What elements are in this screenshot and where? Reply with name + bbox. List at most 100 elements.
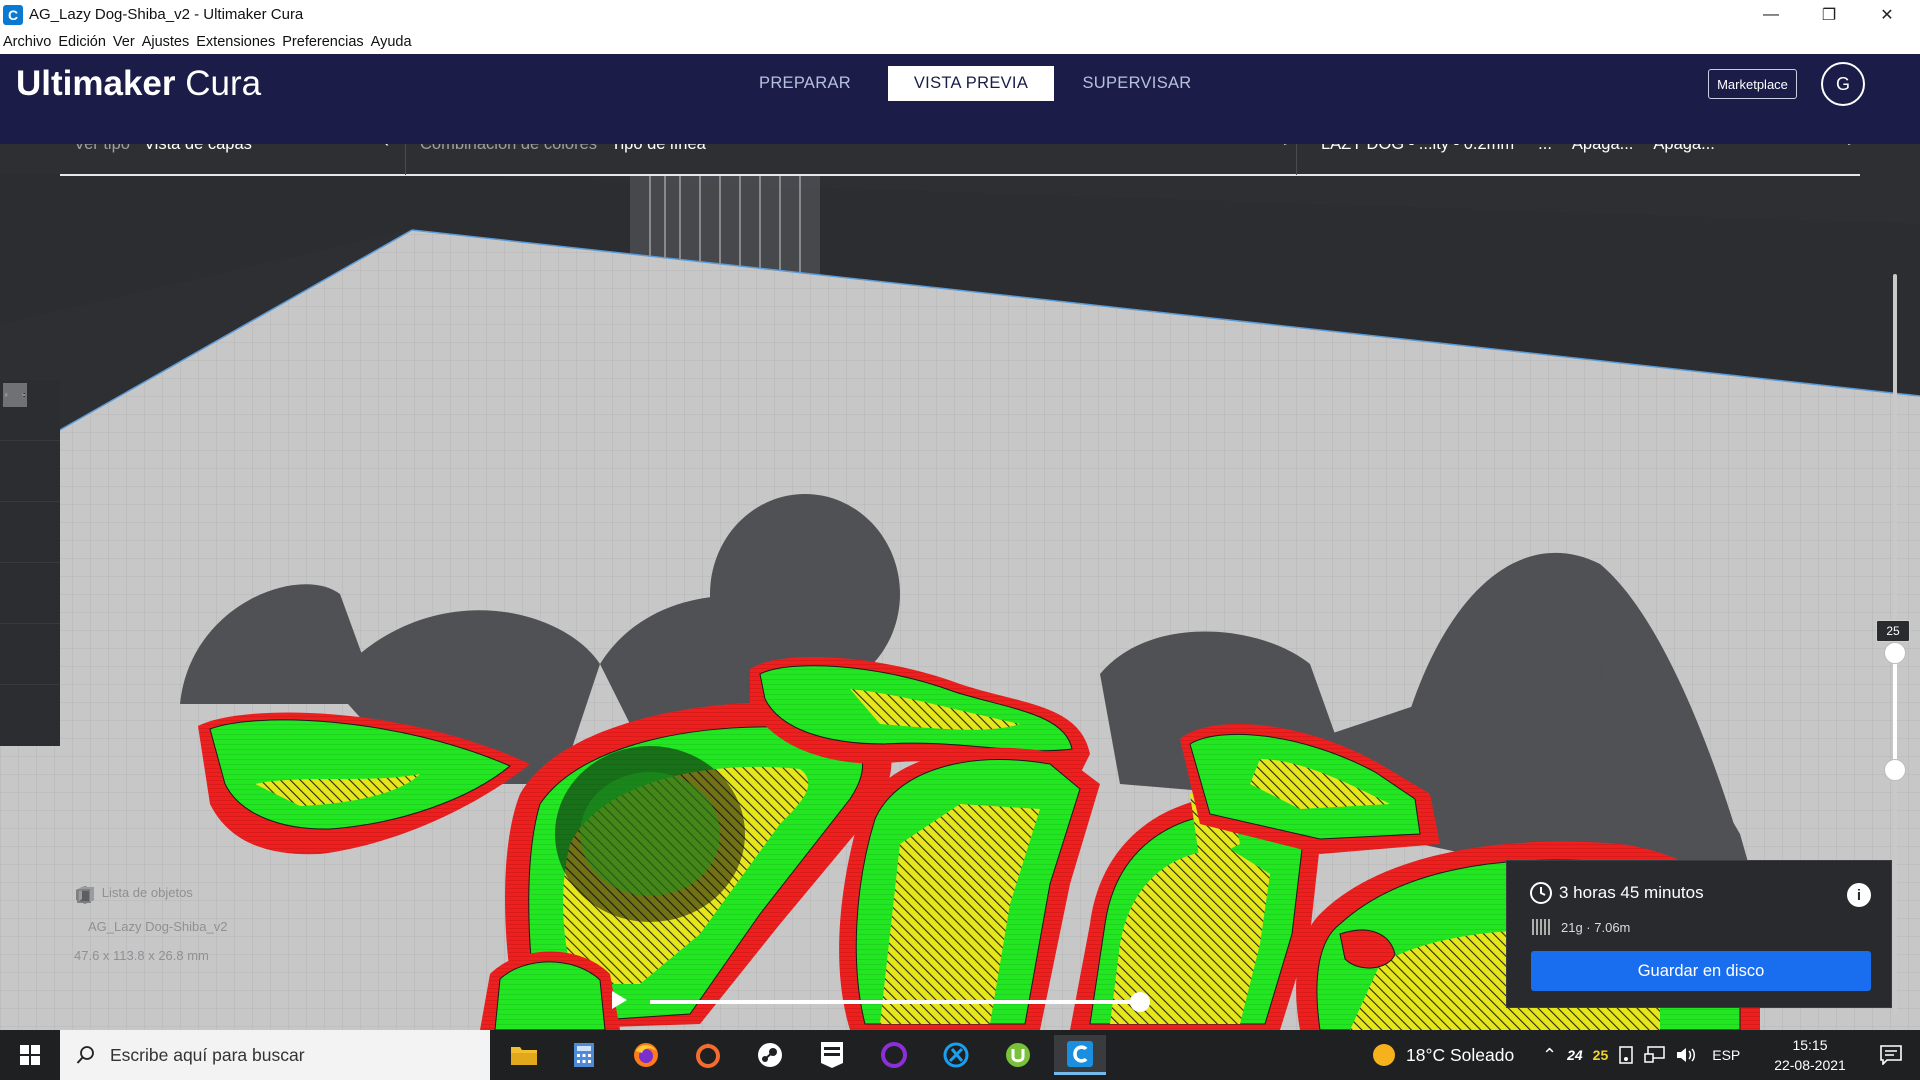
material-usage: 21g · 7.06m [1561, 919, 1631, 935]
save-to-disk-button[interactable]: Guardar en disco [1531, 951, 1871, 991]
print-settings-selector[interactable]: LAZY DOG - ...ity - 0.2mm ... Apaga... A… [1297, 144, 1860, 175]
tab-vista-previa[interactable]: VISTA PREVIA [888, 66, 1054, 101]
stage-tabs: PREPARAR VISTA PREVIA SUPERVISAR [722, 66, 1220, 101]
origin-icon [696, 1043, 720, 1068]
taskbar-search-box[interactable]: Escribe aquí para buscar [60, 1030, 490, 1080]
cortana-icon [881, 1042, 907, 1068]
window-title-bar: C AG_Lazy Dog-Shiba_v2 - Ultimaker Cura … [0, 0, 1920, 29]
color-scheme-label: Combinación de colores [420, 144, 597, 154]
tab-preparar[interactable]: PREPARAR [722, 66, 888, 101]
window-title: AG_Lazy Dog-Shiba_v2 - Ultimaker Cura [29, 6, 304, 23]
view-type-label: Ver tipo [74, 144, 130, 154]
object-dimensions: 47.6 x 113.8 x 26.8 mm [74, 948, 209, 963]
clock-icon [1530, 882, 1552, 904]
tab-supervisar[interactable]: SUPERVISAR [1054, 66, 1220, 101]
close-button[interactable]: ✕ [1858, 0, 1916, 29]
start-button[interactable] [0, 1030, 60, 1080]
preview-toolbar: Ver tipo Vista de capas ‹ Combinación de… [60, 144, 1860, 176]
chevron-left-icon: ‹ [383, 144, 389, 152]
battlenet-icon [943, 1042, 969, 1068]
search-icon [76, 1046, 94, 1064]
notification-icon [1880, 1045, 1902, 1065]
system-tray: ⌃ 24 25 ESP [1542, 1030, 1740, 1080]
clock[interactable]: 15:15 22-08-2021 [1764, 1035, 1856, 1075]
info-icon[interactable]: i [1847, 883, 1871, 907]
current-layer-label[interactable]: 25 [1876, 620, 1910, 642]
weather-text: 18°C Soleado [1406, 1044, 1515, 1065]
object-list-label: Lista de objetos [101, 885, 193, 900]
folder-icon [511, 1047, 537, 1065]
right-view-icon[interactable] [74, 884, 96, 906]
profile-name: LAZY DOG - ...ity - 0.2mm [1321, 144, 1514, 154]
scale-tool-button[interactable] [0, 385, 60, 502]
path-slider-track[interactable] [650, 1000, 1140, 1004]
taskbar-steam[interactable] [744, 1035, 796, 1075]
object-list-panel: ⌃ Lista de objetos AG_Lazy Dog-Shiba_v2 … [74, 884, 227, 987]
chevron-up-icon[interactable]: ⌃ [1542, 1045, 1557, 1066]
taskbar-cortana[interactable] [868, 1035, 920, 1075]
taskbar-file-explorer[interactable] [498, 1035, 550, 1075]
color-scheme-selector[interactable]: Combinación de colores Tipo de línea [406, 144, 1296, 175]
view-type-selector[interactable]: Ver tipo Vista de capas ‹ [60, 144, 405, 175]
minimize-button[interactable]: — [1742, 0, 1800, 29]
layer-upper-handle[interactable] [1884, 642, 1906, 664]
print-information-panel: 3 horas 45 minutos i 21g · 7.06m Guardar… [1506, 860, 1892, 1008]
close-icon: ✕ [1880, 6, 1894, 24]
play-icon [612, 991, 627, 1009]
menu-extensiones[interactable]: Extensiones [196, 34, 275, 50]
windows-logo-icon [20, 1045, 40, 1065]
view-type-value: Vista de capas [144, 144, 252, 154]
search-placeholder: Escribe aquí para buscar [110, 1044, 305, 1065]
menu-ver[interactable]: Ver [113, 34, 135, 50]
calculator-icon [574, 1043, 594, 1067]
clock-date: 22-08-2021 [1774, 1057, 1846, 1073]
device-icon[interactable] [1618, 1046, 1634, 1064]
account-avatar-button[interactable]: G [1821, 62, 1865, 106]
notifications-button[interactable] [1862, 1030, 1920, 1080]
simulation-playbar [610, 990, 1150, 1014]
tray-counter-2[interactable]: 25 [1593, 1047, 1609, 1063]
brand-product: Cura [185, 64, 262, 103]
color-scheme-value: Tipo de línea [611, 144, 706, 154]
brand-logo: Ultimaker Cura [16, 64, 261, 104]
language-indicator[interactable]: ESP [1712, 1047, 1740, 1063]
minimize-icon: — [1763, 5, 1779, 23]
clock-time: 15:15 [1792, 1037, 1828, 1053]
path-slider-handle[interactable] [1130, 992, 1150, 1012]
taskbar-calculator[interactable] [558, 1035, 610, 1075]
support-blocker-button[interactable] [0, 383, 60, 746]
tray-counter-1[interactable]: 24 [1567, 1047, 1583, 1063]
rotate-tool-button[interactable] [0, 385, 60, 563]
mirror-tool-button[interactable] [0, 382, 60, 624]
menu-edicion[interactable]: Edición [58, 34, 106, 50]
layer-slider[interactable]: 25 [1876, 274, 1910, 1014]
steam-icon [758, 1043, 782, 1067]
marketplace-button[interactable]: Marketplace [1708, 69, 1797, 99]
taskbar-firefox[interactable] [620, 1035, 672, 1075]
object-list-toggle[interactable]: ⌃ Lista de objetos [76, 884, 227, 901]
utorrent-icon [1006, 1043, 1030, 1067]
windows-taskbar: Escribe aquí para buscar 18°C Soleado ⌃ … [0, 1030, 1920, 1080]
taskbar-epic-games[interactable] [806, 1035, 858, 1075]
epic-games-icon [821, 1042, 843, 1068]
layer-lower-handle[interactable] [1884, 759, 1906, 781]
support-value: Apaga... [1572, 144, 1633, 154]
taskbar-cura[interactable] [1054, 1035, 1106, 1075]
cura-app-icon: C [3, 4, 23, 25]
taskbar-origin[interactable] [682, 1035, 734, 1075]
per-model-settings-button[interactable] [0, 384, 60, 685]
taskbar-utorrent[interactable] [992, 1035, 1044, 1075]
maximize-button[interactable]: ❐ [1800, 0, 1858, 29]
object-list-item[interactable]: AG_Lazy Dog-Shiba_v2 [74, 886, 227, 934]
menu-archivo[interactable]: Archivo [3, 34, 51, 50]
play-button[interactable] [610, 990, 634, 1014]
support-blocker-icon [3, 383, 27, 407]
menu-ajustes[interactable]: Ajustes [142, 34, 190, 50]
weather-widget[interactable]: 18°C Soleado [1372, 1030, 1514, 1080]
menu-ayuda[interactable]: Ayuda [371, 34, 412, 50]
volume-icon[interactable] [1676, 1046, 1698, 1064]
taskbar-battlenet[interactable] [930, 1035, 982, 1075]
menu-preferencias[interactable]: Preferencias [282, 34, 363, 50]
network-icon[interactable] [1644, 1046, 1666, 1064]
menu-bar: Archivo Edición Ver Ajustes Extensiones … [0, 29, 1920, 54]
